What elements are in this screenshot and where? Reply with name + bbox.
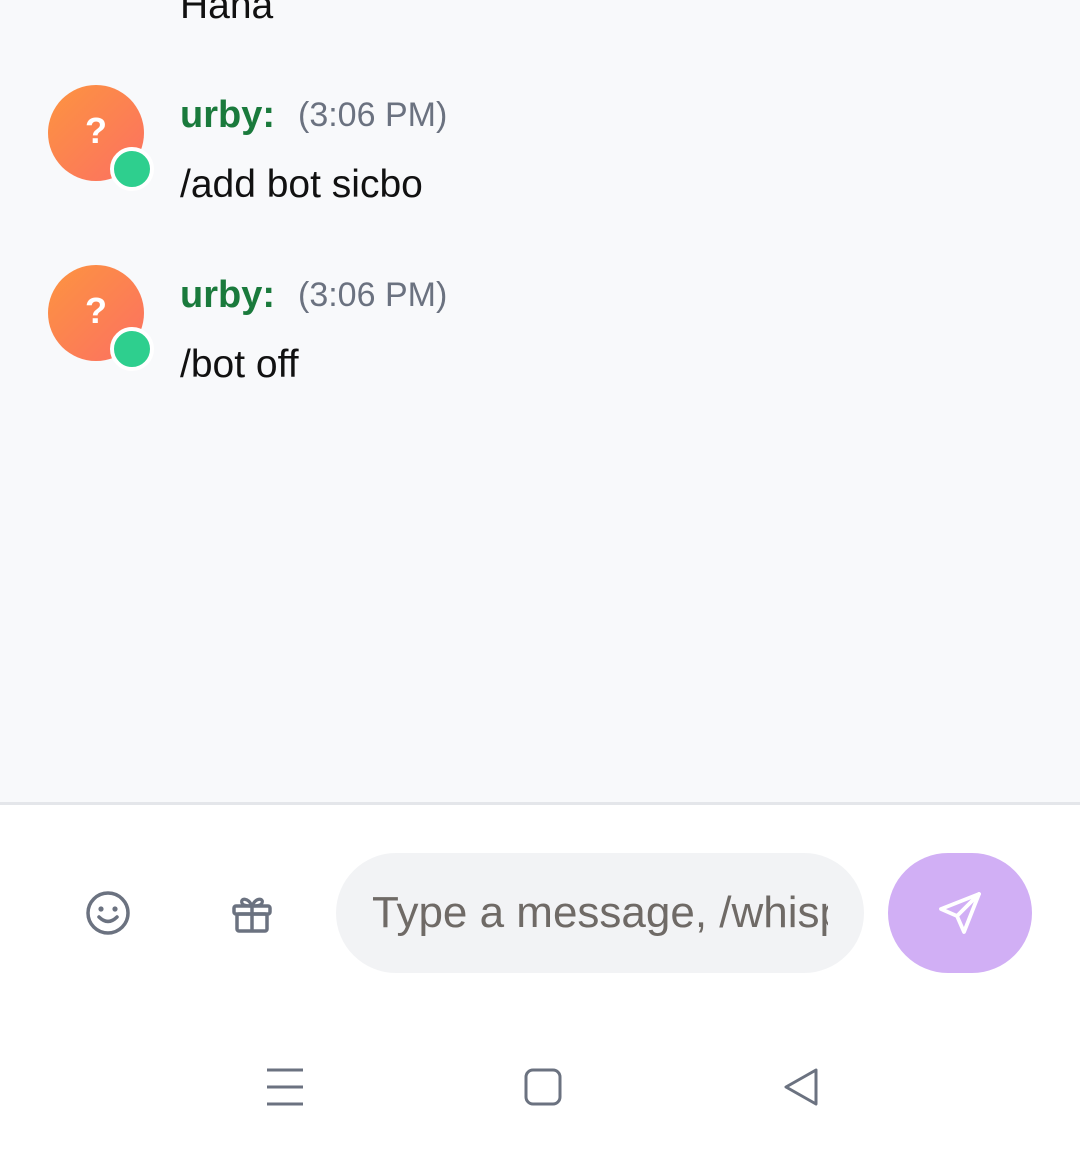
avatar-glyph: ? [85,290,107,331]
send-icon [939,892,981,934]
menu-icon [267,1068,303,1106]
message-text: /add bot sicbo [180,163,423,206]
recent-apps-button[interactable] [257,1065,313,1109]
send-button[interactable] [888,853,1032,973]
message-text: /bot off [180,343,299,386]
back-button[interactable] [773,1065,829,1109]
online-status-indicator [110,327,154,371]
message-timestamp: (3:06 PM) [298,96,448,134]
smile-icon [86,891,130,935]
message-timestamp: (3:06 PM) [298,276,448,314]
message-text: Hana [180,0,274,27]
chat-message: ? urby: (3:06 PM) /bot off [0,265,1080,405]
chat-message: ? urby: (3:06 PM) /add bot sicbo [0,85,1080,225]
square-home-icon [524,1068,562,1106]
emoji-button[interactable] [78,883,138,943]
message-composer [0,805,1080,1025]
gift-icon [232,897,272,933]
gift-button[interactable] [222,883,282,943]
online-status-indicator [110,147,154,191]
triangle-back-icon [784,1068,818,1106]
chat-message-list[interactable]: ? Hana ? urby: (3:06 PM) /add bot sicbo … [0,0,1080,802]
message-author[interactable]: urby: [180,93,275,137]
message-input[interactable] [336,853,864,973]
message-author[interactable]: urby: [180,273,275,317]
avatar-glyph: ? [85,110,107,151]
system-navigation-bar [0,1025,1080,1152]
chat-message: ? Hana [0,0,1080,40]
home-button[interactable] [515,1065,571,1109]
